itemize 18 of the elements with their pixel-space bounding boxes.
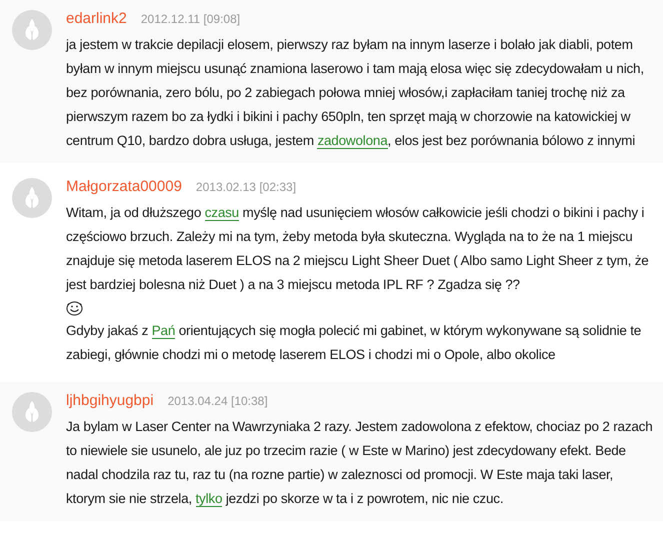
- avatar-icon: [12, 392, 52, 432]
- comment-date: 2013.04.24 [10:38]: [168, 393, 268, 410]
- avatar-icon: [12, 178, 52, 218]
- comment-text: ja jestem w trakcie depilacji elosem, pierwszy raz byłam na innym laserze i bolało jak diabli, potem byłam w innym miejscu usunąć znamiona laserowo i tam mają elosa więc się zdecydowałam u nich, bez porównania, zero bólu, po 2 zabiegach połowa mniej włosów,i zapłaciłam taniej trochę niż za pierwszym razem bo za łydki i bikini i pachy 650pln, ten sprzęt mają w chorzowie na katowickiej w centrum Q10, bardzo dobra usługa, jestem zadowolona, elos jest bez porównania bólowo z innymi: [66, 36, 645, 151]
- username[interactable]: ljhbgihyugbpi: [66, 390, 154, 412]
- comment-link[interactable]: czasu: [204, 205, 239, 221]
- username[interactable]: Małgorzata00009: [66, 176, 182, 198]
- comment-link[interactable]: tylko: [196, 491, 222, 507]
- comment-link[interactable]: Pań: [152, 323, 176, 339]
- comment-text: Gdyby jakaś z Pań orientujących się mogła polecić mi gabinet, w którym wykonywane są solidnie te zabiegi, głównie chodzi mi o metodę laserem ELOS i chodzi mi o Opole, albo okolice: [66, 322, 642, 364]
- username[interactable]: edarlink2: [66, 8, 127, 30]
- comment-link[interactable]: zadowolona: [317, 133, 388, 149]
- comment-text: Ja bylam w Laser Center na Wawrzyniaka 2 razy. Jestem zadowolona z efektow, chociaz po 2 razach to niewiele sie usunelo, ale juz po trzecim razie ( w Este w Marino) jest zdecydowany efekt. Bede nadal chodzila raz tu, raz tu (na rozne partie) w zaleznosci od promocji. W Este maja taki laser, ktorym sie nie strzela, tylko jezdzi po skorze w ta i z powrotem, nic nie czuc.: [66, 418, 654, 509]
- comment-text: Witam, ja od dłuższego czasu myślę nad usunięciem włosów całkowicie jeśli chodzi o bikini i pachy i częściowo brzuch. Zależy mi na tym, żeby metoda była skuteczna. Wygląda na to że na 1 miejscu znajduje się metoda laserem ELOS na 2 miejscu Light Sheer Duet ( Albo samo Light Sheer z tym, że jest bardziej bolesna niż Duet ) a na 3 miejscu metoda IPL RF ? Zgadza się ??: [66, 204, 650, 294]
- smiley-icon: [66, 300, 83, 316]
- comment-date: 2012.12.11 [09:08]: [140, 11, 240, 28]
- comment-date: 2013.02.13 [02:33]: [196, 179, 296, 196]
- avatar-icon: [12, 10, 52, 50]
